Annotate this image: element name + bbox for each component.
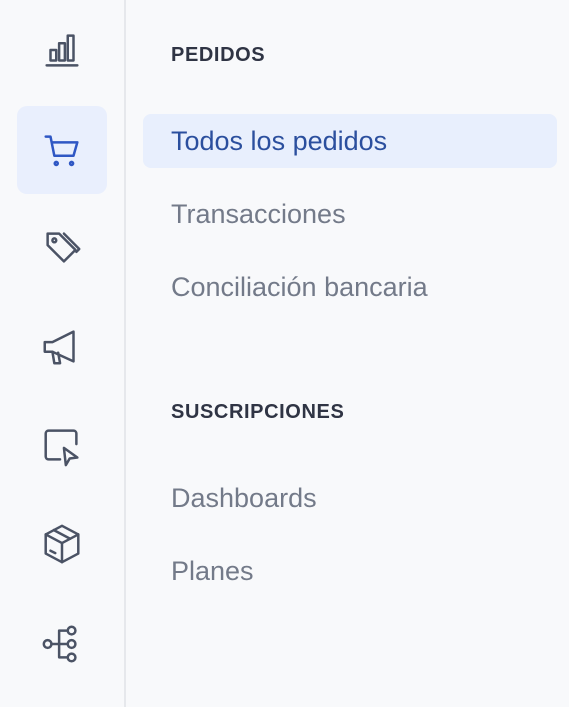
rail-item-analytics[interactable]: [17, 6, 107, 94]
rail-item-marketing[interactable]: [17, 302, 107, 390]
bar-chart-icon: [45, 34, 79, 67]
shopping-cart-icon: [44, 135, 79, 167]
rail-item-channels[interactable]: [17, 402, 107, 490]
megaphone-icon: [43, 330, 75, 365]
nav-item-transactions[interactable]: Transacciones: [143, 187, 557, 241]
nav-item-all-orders[interactable]: Todos los pedidos: [143, 114, 557, 168]
icon-rail: [0, 0, 126, 707]
nav-item-plans[interactable]: Planes: [143, 544, 557, 598]
section-title-orders: PEDIDOS: [171, 44, 266, 66]
cursor-screen-icon: [44, 429, 79, 467]
tags-icon: [46, 232, 81, 263]
nav-item-dashboards[interactable]: Dashboards: [143, 471, 557, 525]
sub-navigation: PEDIDOS Todos los pedidos Transacciones …: [126, 0, 569, 707]
workflow-icon: [42, 625, 77, 663]
app-window: PEDIDOS Todos los pedidos Transacciones …: [0, 0, 569, 707]
rail-item-orders[interactable]: [17, 106, 107, 194]
rail-item-products[interactable]: [17, 204, 107, 292]
nav-item-bank-reconciliation[interactable]: Conciliación bancaria: [143, 260, 557, 314]
package-box-icon: [44, 524, 80, 564]
rail-item-integrations[interactable]: [17, 600, 107, 688]
section-title-subscriptions: SUSCRIPCIONES: [171, 401, 345, 423]
rail-item-inventory[interactable]: [17, 500, 107, 588]
